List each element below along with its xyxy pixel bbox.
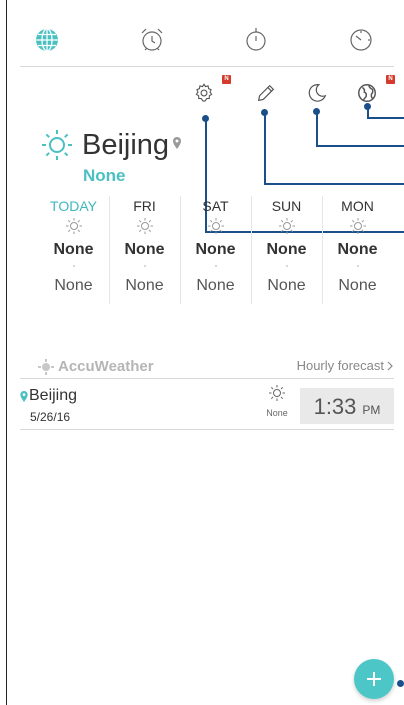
- callout-dot: [397, 680, 404, 687]
- separator-dot: [356, 265, 359, 267]
- sun-icon: [207, 218, 224, 234]
- pencil-icon: [257, 84, 275, 102]
- callout-line: [316, 145, 404, 147]
- location-pin-icon: [20, 390, 28, 402]
- forecast-low: None: [125, 277, 164, 294]
- forecast-day: TODAY None None: [38, 194, 109, 304]
- moon-icon: [308, 84, 327, 102]
- timer-icon: [350, 29, 372, 51]
- separator-dot: [214, 265, 217, 267]
- gear-icon: [195, 83, 213, 102]
- world-clock-weather: None: [262, 384, 292, 418]
- forecast-day: SUN None None: [251, 194, 322, 304]
- forecast-day-label: FRI: [133, 198, 156, 214]
- callout-line: [316, 111, 318, 146]
- sun-icon: [278, 218, 295, 234]
- world-clock-time: 1:33 PM: [300, 388, 394, 424]
- callout-line: [264, 112, 266, 184]
- row-divider: [20, 429, 394, 430]
- tab-bar: [22, 22, 386, 66]
- forecast-high: None: [266, 241, 307, 258]
- location-pin-icon: [173, 137, 182, 149]
- callout-line: [367, 117, 404, 119]
- forecast-day: SAT None None: [180, 194, 251, 304]
- section-divider: [20, 378, 394, 379]
- sun-icon: [269, 385, 285, 401]
- forecast-day: MON None None: [322, 194, 393, 304]
- screen-edge: [6, 0, 7, 705]
- hourly-forecast-label: Hourly forecast: [296, 358, 384, 373]
- forecast-day-label: SAT: [202, 198, 229, 214]
- forecast-day-label: SUN: [271, 198, 302, 214]
- forecast-high: None: [195, 241, 236, 258]
- globe-new-badge: N: [386, 75, 395, 84]
- chevron-right-icon: [387, 361, 393, 370]
- world-clock-temperature: None: [266, 408, 288, 418]
- forecast-row: TODAY None None FRI None None SAT None N…: [38, 194, 393, 304]
- globe-icon: [358, 84, 376, 102]
- time-value: 1:33: [313, 394, 357, 419]
- forecast-day: FRI None None: [109, 194, 180, 304]
- sun-icon: [42, 130, 72, 160]
- sun-icon: [349, 218, 366, 234]
- tab-divider: [20, 66, 394, 67]
- forecast-low: None: [54, 277, 93, 294]
- current-temperature: None: [83, 166, 126, 185]
- forecast-day-label: TODAY: [50, 198, 97, 214]
- accuweather-sun-icon: [38, 358, 54, 375]
- accuweather-brand: AccuWeather: [58, 358, 154, 375]
- city-name: Beijing: [82, 128, 170, 161]
- forecast-low: None: [267, 277, 306, 294]
- accuweather-logo[interactable]: AccuWeather: [38, 358, 154, 375]
- alarm-clock-icon: [141, 28, 163, 51]
- forecast-low: None: [196, 277, 235, 294]
- tab-stopwatch[interactable]: [231, 22, 281, 58]
- world-clock-city[interactable]: Beijing: [20, 387, 77, 405]
- separator-dot: [143, 265, 146, 267]
- sun-icon: [136, 218, 153, 234]
- forecast-day-label: MON: [341, 198, 374, 214]
- current-city-header[interactable]: Beijing: [40, 128, 182, 162]
- forecast-high: None: [53, 241, 94, 258]
- forecast-low: None: [338, 277, 377, 294]
- globe-icon: [36, 28, 58, 52]
- tab-timer[interactable]: [336, 22, 386, 58]
- settings-button[interactable]: [189, 78, 219, 108]
- world-clock-city-name: Beijing: [29, 387, 78, 404]
- night-mode-button[interactable]: [302, 78, 332, 108]
- separator-dot: [72, 265, 75, 267]
- callout-line: [264, 183, 404, 185]
- forecast-high: None: [124, 241, 165, 258]
- settings-new-badge: N: [222, 75, 231, 84]
- time-ampm: PM: [362, 403, 381, 417]
- tab-world-clock[interactable]: [22, 22, 72, 58]
- add-city-button[interactable]: [354, 659, 394, 699]
- world-clock-date: 5/26/16: [30, 410, 71, 424]
- edit-button[interactable]: [251, 78, 281, 108]
- plus-icon: [367, 672, 381, 686]
- stopwatch-icon: [246, 28, 266, 51]
- forecast-high: None: [337, 241, 378, 258]
- separator-dot: [285, 265, 288, 267]
- hourly-forecast-link[interactable]: Hourly forecast: [297, 358, 394, 373]
- tab-alarm[interactable]: [127, 22, 177, 58]
- sun-icon: [65, 218, 82, 234]
